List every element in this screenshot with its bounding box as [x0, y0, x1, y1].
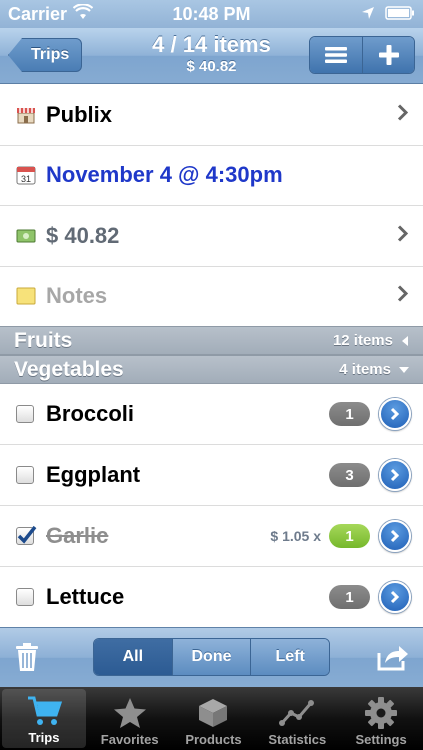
tab-label: Trips — [28, 730, 60, 745]
navigation-bar: Trips 4 / 14 items $ 40.82 — [0, 28, 423, 84]
item-name: Garlic — [46, 523, 109, 548]
detail-disclosure-button[interactable] — [379, 520, 411, 552]
shopping-cart-icon — [26, 692, 62, 730]
clock: 10:48 PM — [172, 3, 251, 24]
section-count: 4 items — [339, 361, 391, 378]
nav-actions — [309, 36, 415, 74]
section-name: Vegetables — [14, 357, 124, 381]
chevron-right-icon — [397, 285, 409, 308]
line-chart-icon — [279, 694, 315, 732]
chevron-right-icon — [390, 529, 400, 543]
filter-all[interactable]: All — [94, 639, 172, 675]
list-item[interactable]: Broccoli 1 — [0, 384, 423, 445]
calendar-icon: 31 — [16, 165, 36, 185]
store-name: Publix — [46, 101, 113, 127]
list-item[interactable]: Lettuce 1 — [0, 567, 423, 628]
chevron-right-icon — [390, 590, 400, 604]
item-price: $ 1.05 x — [270, 528, 321, 544]
add-item-button[interactable] — [362, 37, 414, 73]
plus-icon — [378, 45, 399, 65]
chevron-right-icon — [397, 224, 409, 247]
item-name: Eggplant — [46, 462, 141, 487]
list-menu-button[interactable] — [310, 37, 362, 73]
detail-disclosure-button[interactable] — [379, 581, 411, 613]
section-count-group: 4 items — [339, 361, 409, 378]
money-icon — [16, 226, 36, 246]
item-name: Lettuce — [46, 584, 125, 609]
filter-done[interactable]: Done — [171, 639, 251, 675]
tab-settings[interactable]: Settings — [339, 687, 423, 750]
filter-segmented-control: All Done Left — [93, 638, 330, 676]
quantity-badge: 1 — [329, 585, 370, 609]
checkmark-icon — [17, 525, 37, 544]
total-row[interactable]: $ 40.82 — [0, 206, 423, 267]
caret-down-icon — [399, 366, 409, 373]
item-checkbox[interactable] — [16, 466, 34, 484]
star-icon — [113, 694, 147, 732]
notes-row[interactable]: Notes — [0, 267, 423, 327]
tab-label: Statistics — [268, 732, 327, 747]
page-subtitle: $ 40.82 — [186, 58, 237, 75]
tab-label: Products — [185, 732, 242, 747]
item-checkbox[interactable] — [16, 405, 34, 423]
share-icon[interactable] — [377, 643, 409, 676]
tab-trips[interactable]: Trips — [2, 689, 86, 748]
tab-products[interactable]: Products — [172, 687, 256, 750]
item-checkbox[interactable] — [16, 525, 37, 545]
tab-label: Favorites — [100, 732, 159, 747]
list-item[interactable]: Eggplant 3 — [0, 445, 423, 506]
chevron-right-icon — [390, 468, 400, 482]
page-title: 4 / 14 items — [152, 32, 271, 57]
notes-placeholder: Notes — [46, 283, 108, 309]
quantity-badge: 1 — [329, 402, 370, 426]
box-icon — [197, 694, 229, 732]
store-row[interactable]: Publix — [0, 85, 423, 146]
trash-icon[interactable] — [14, 642, 40, 677]
detail-disclosure-button[interactable] — [379, 459, 411, 491]
quantity-badge: 1 — [329, 524, 370, 548]
chevron-right-icon — [390, 407, 400, 421]
quantity-badge: 3 — [329, 463, 370, 487]
bottom-toolbar: All Done Left — [0, 627, 423, 687]
section-name: Fruits — [14, 328, 73, 352]
battery-icon — [385, 4, 415, 25]
trip-total: $ 40.82 — [46, 222, 120, 248]
location-arrow-icon — [361, 4, 375, 25]
gear-icon — [364, 694, 398, 732]
note-icon — [16, 286, 36, 306]
list-icon — [325, 47, 347, 63]
trip-info: Publix 31 November 4 @ 4:30pm $ 40.82 No… — [0, 85, 423, 327]
caret-left-icon — [402, 335, 408, 346]
section-header-fruits[interactable]: Fruits 12 items — [0, 326, 423, 355]
filter-left[interactable]: Left — [250, 639, 329, 675]
section-count: 12 items — [332, 332, 393, 349]
item-name: Broccoli — [46, 401, 135, 426]
item-list: Broccoli 1 Eggplant 3 Garlic $ 1.05 x 1 … — [0, 384, 423, 628]
section-count-group: 12 items — [333, 332, 409, 349]
detail-disclosure-button[interactable] — [379, 398, 411, 430]
chevron-right-icon — [397, 103, 409, 126]
item-checkbox[interactable] — [16, 588, 34, 606]
tab-statistics[interactable]: Statistics — [255, 687, 339, 750]
nav-title-group: 4 / 14 items $ 40.82 — [120, 32, 303, 76]
back-button[interactable]: Trips — [8, 38, 83, 72]
tab-label: Settings — [355, 732, 407, 747]
section-header-vegetables[interactable]: Vegetables 4 items — [0, 355, 423, 384]
svg-text:31: 31 — [21, 174, 31, 184]
status-bar: Carrier 10:48 PM — [0, 0, 423, 28]
list-item[interactable]: Garlic $ 1.05 x 1 — [0, 506, 423, 567]
trip-date: November 4 @ 4:30pm — [46, 162, 283, 188]
date-row[interactable]: 31 November 4 @ 4:30pm — [0, 146, 423, 206]
tab-bar: Trips Favorites Products Statistics Sett… — [0, 687, 423, 750]
store-icon — [16, 105, 36, 125]
tab-favorites[interactable]: Favorites — [88, 687, 172, 750]
